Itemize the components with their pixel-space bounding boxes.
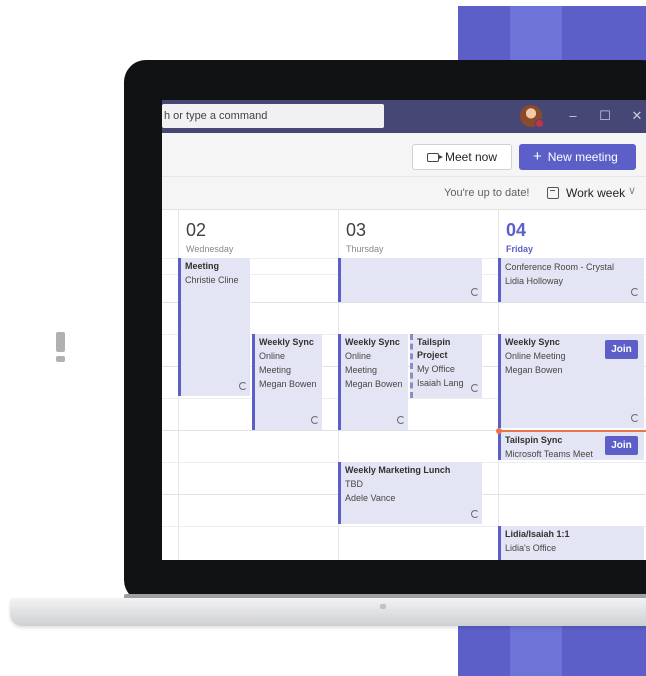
laptop-base bbox=[10, 598, 646, 626]
event-location: My Office bbox=[417, 364, 455, 374]
event-fri-tailspin-sync[interactable]: Tailspin Sync Microsoft Teams Meet Join bbox=[498, 432, 644, 460]
event-thu-tailspin-project[interactable]: Tailspin Project My Office Isaiah Lang bbox=[410, 334, 482, 398]
event-thu-weekly-sync[interactable]: Weekly Sync Online Meeting Megan Bowen bbox=[338, 334, 408, 430]
event-wed-weekly-sync[interactable]: Weekly Sync Online Meeting Megan Bowen bbox=[252, 334, 322, 430]
marketing-scene: h or type a command – ☐ ✕ Meet now + New … bbox=[0, 0, 646, 676]
recurring-icon bbox=[239, 382, 247, 390]
calendar-view-bar: You're up to date! Work week ∨ bbox=[162, 177, 646, 210]
search-box[interactable]: h or type a command bbox=[162, 104, 384, 128]
current-time-dot bbox=[496, 427, 502, 434]
recurring-icon bbox=[631, 414, 639, 422]
exclamation-dot bbox=[56, 356, 65, 362]
event-organizer: Isaiah Lang bbox=[417, 378, 464, 388]
decorative-purple-block-top bbox=[458, 6, 646, 66]
event-location-line2: Meeting bbox=[259, 365, 292, 375]
join-button[interactable]: Join bbox=[605, 340, 638, 359]
recurring-icon bbox=[311, 416, 319, 424]
event-location: TBD bbox=[345, 479, 363, 489]
recurring-icon bbox=[631, 288, 639, 296]
video-camera-icon bbox=[427, 153, 443, 162]
event-location-line1: Online bbox=[345, 351, 372, 361]
decorative-stripe bbox=[510, 626, 562, 676]
exclamation-icon bbox=[56, 332, 65, 362]
event-location-line1: Online bbox=[259, 351, 286, 361]
search-text: h or type a command bbox=[164, 110, 268, 122]
recurring-icon bbox=[471, 384, 479, 392]
event-title: Weekly Marketing Lunch bbox=[345, 465, 451, 475]
event-title: Weekly Sync bbox=[345, 337, 400, 347]
event-location: Lidia's Office bbox=[505, 543, 557, 553]
day-number-wednesday: 02 bbox=[186, 220, 207, 240]
event-organizer: Lidia Holloway bbox=[505, 276, 564, 286]
event-fri-lidia-isaiah[interactable]: Lidia/Isaiah 1:1 Lidia's Office bbox=[498, 526, 644, 560]
event-organizer: Megan Bowen bbox=[259, 379, 317, 389]
event-organizer: Christie Cline bbox=[185, 275, 239, 285]
day-name-wednesday: Wednesday bbox=[186, 244, 234, 254]
event-organizer: Megan Bowen bbox=[505, 365, 563, 375]
event-location: Conference Room - Crystal bbox=[505, 262, 615, 272]
calendar-grid: 02 Wednesday 03 Thursday 04 Friday Meeti… bbox=[162, 210, 646, 560]
presence-status-icon bbox=[535, 119, 544, 128]
recurring-icon bbox=[397, 416, 405, 424]
recurring-icon bbox=[471, 288, 479, 296]
event-organizer: Megan Bowen bbox=[345, 379, 403, 389]
current-time-indicator bbox=[498, 430, 646, 432]
user-avatar[interactable] bbox=[520, 105, 544, 128]
calendar-icon bbox=[547, 187, 559, 199]
new-meeting-label: New meeting bbox=[547, 150, 618, 164]
recurring-icon bbox=[471, 510, 479, 518]
sync-status-text: You're up to date! bbox=[444, 187, 530, 199]
event-organizer: Adele Vance bbox=[345, 493, 396, 503]
view-selector[interactable]: Work week bbox=[566, 186, 625, 200]
event-thu-morning[interactable] bbox=[338, 258, 482, 302]
join-button[interactable]: Join bbox=[605, 436, 638, 455]
day-number-friday: 04 bbox=[506, 220, 527, 240]
day-name-thursday: Thursday bbox=[346, 244, 384, 254]
day-number-thursday: 03 bbox=[346, 220, 367, 240]
close-button[interactable]: ✕ bbox=[626, 105, 646, 127]
event-title: Weekly Sync bbox=[259, 337, 314, 347]
decorative-purple-block-bottom bbox=[458, 626, 646, 676]
command-bar: Meet now + New meeting bbox=[162, 133, 646, 177]
laptop-notch bbox=[380, 604, 386, 609]
day-name-friday: Friday bbox=[506, 244, 534, 254]
event-title: Meeting bbox=[185, 261, 220, 271]
chevron-down-icon[interactable]: ∨ bbox=[628, 184, 636, 197]
title-bar: h or type a command – ☐ ✕ bbox=[162, 100, 646, 133]
teams-window: h or type a command – ☐ ✕ Meet now + New … bbox=[162, 100, 646, 560]
meet-now-label: Meet now bbox=[445, 150, 498, 164]
meet-now-button[interactable]: Meet now bbox=[412, 144, 512, 170]
event-fri-conference[interactable]: Conference Room - Crystal Lidia Holloway bbox=[498, 258, 644, 302]
minimize-button[interactable]: – bbox=[562, 105, 584, 127]
event-wed-meeting[interactable]: Meeting Christie Cline bbox=[178, 258, 250, 396]
event-title: Lidia/Isaiah 1:1 bbox=[505, 529, 570, 539]
decorative-stripe bbox=[510, 6, 562, 66]
plus-icon: + bbox=[533, 148, 542, 165]
event-thu-weekly-marketing-lunch[interactable]: Weekly Marketing Lunch TBD Adele Vance bbox=[338, 462, 482, 524]
exclamation-bar bbox=[56, 332, 65, 352]
event-location-line2: Meeting bbox=[345, 365, 378, 375]
event-fri-weekly-sync[interactable]: Weekly Sync Online Meeting Megan Bowen J… bbox=[498, 334, 644, 428]
maximize-button[interactable]: ☐ bbox=[594, 105, 616, 127]
new-meeting-button[interactable]: + New meeting bbox=[519, 144, 636, 170]
event-title-line2: Project bbox=[417, 350, 448, 360]
event-title-line1: Tailspin bbox=[417, 337, 451, 347]
